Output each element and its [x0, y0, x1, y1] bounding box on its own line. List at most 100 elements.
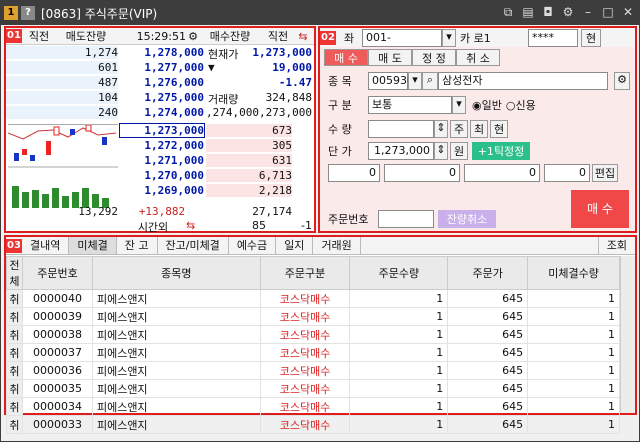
tab-unfilled[interactable]: 미체결 — [69, 237, 117, 254]
stock-name: 피에스앤지 — [91, 325, 261, 344]
qty-share-button[interactable]: 주 — [450, 120, 468, 138]
table-row[interactable]: 취 0000039 피에스앤지 코스닥매수 1 645 1 — [6, 307, 620, 326]
col-header[interactable]: 주문가 — [447, 256, 529, 290]
orders-tabs: 03 결내역 미체결 잔 고 잔고/미체결 예수금 일지 거래원 조회 — [6, 237, 635, 255]
radio-credit-icon[interactable]: ○ — [506, 99, 516, 112]
ask-price[interactable]: 1,277,000 — [120, 61, 204, 74]
tab-modify[interactable]: 정 정 — [412, 49, 456, 66]
query-button[interactable]: 조회 — [597, 237, 635, 254]
order-window: 1 ? [0863] 주식주문(VIP) ⧉ ▤ ◘ ⚙ – □ ✕ 01 직전… — [0, 0, 640, 442]
chevron-down-icon[interactable]: ▾ — [442, 28, 456, 47]
account-field[interactable]: 001- — [362, 28, 442, 47]
col-header[interactable]: 전체 — [6, 256, 23, 290]
tab-journal[interactable]: 일지 — [276, 237, 314, 254]
table-row[interactable]: 취 0000035 피에스앤지 코스닥매수 1 645 1 — [6, 379, 620, 398]
bid-price[interactable]: 1,273,000 — [119, 123, 205, 138]
price-field[interactable]: 1,273,000 — [368, 142, 434, 160]
header-prev-ask: 직전 — [28, 30, 50, 43]
bid-price[interactable]: 1,269,000 — [120, 184, 204, 197]
qty-max-button[interactable]: 최 — [470, 120, 488, 138]
scrollbar[interactable] — [620, 256, 635, 413]
table-row[interactable]: 취 0000040 피에스앤지 코스닥매수 1 645 1 — [6, 289, 620, 308]
tab-balance-unfilled[interactable]: 잔고/미체결 — [158, 237, 229, 254]
header-time: 15:29:51 — [136, 29, 186, 43]
title-bar: 1 ? [0863] 주식주문(VIP) ⧉ ▤ ◘ ⚙ – □ ✕ — [1, 1, 639, 25]
settings-icon[interactable]: ⚙ — [561, 5, 575, 20]
ask-price[interactable]: 1,275,000 — [120, 91, 204, 104]
chevron-down-icon[interactable]: ▾ — [408, 72, 422, 90]
qty-label: 수 량 — [328, 123, 352, 136]
cancel-cell[interactable]: 취 — [6, 325, 23, 344]
radio-normal-icon[interactable]: ◉ — [472, 99, 482, 112]
current-button[interactable]: 현 — [581, 28, 601, 47]
screen-number-button[interactable]: 1 — [4, 6, 18, 20]
col-header[interactable]: 미체결수량 — [527, 256, 620, 290]
col-header[interactable]: 주문구분 — [259, 256, 351, 290]
bid-price[interactable]: 1,271,000 — [120, 154, 204, 167]
bid-price[interactable]: 1,270,000 — [120, 169, 204, 182]
settings-icon[interactable]: ⚙ — [614, 72, 630, 90]
ask-price[interactable]: 1,278,000 — [120, 46, 204, 59]
order-no: 0000033 — [21, 415, 93, 434]
cancel-remaining-button[interactable]: 잔량취소 — [438, 210, 496, 228]
cancel-cell[interactable]: 취 — [6, 415, 23, 434]
gear-icon[interactable]: ⚙ — [186, 30, 200, 43]
ask-row[interactable]: 487 1,276,000 -1.47 — [6, 76, 314, 91]
unfilled-qty: 1 — [527, 289, 620, 308]
qty-field[interactable] — [368, 120, 434, 138]
help-button[interactable]: ? — [21, 6, 35, 20]
maximize-icon[interactable]: □ — [601, 5, 615, 20]
tab-balance[interactable]: 잔 고 — [117, 237, 158, 254]
edit-button[interactable]: 편집 — [592, 164, 618, 182]
qty-stepper[interactable]: ⇕ — [434, 120, 448, 138]
tab-cancel[interactable]: 취 소 — [456, 49, 500, 66]
chevron-down-icon[interactable]: ▾ — [452, 96, 466, 114]
table-row[interactable]: 취 0000034 피에스앤지 코스닥매수 1 645 1 — [6, 397, 620, 416]
col-header[interactable]: 종목명 — [91, 256, 261, 290]
cancel-cell[interactable]: 취 — [6, 361, 23, 380]
search-icon[interactable]: ⌕ — [422, 72, 438, 90]
ask-row[interactable]: 601 1,277,000 ▼ 19,000 — [6, 61, 314, 76]
won-button[interactable]: 원 — [450, 142, 468, 160]
password-field[interactable]: **** — [528, 28, 578, 47]
tab-fill-history[interactable]: 결내역 — [22, 237, 70, 254]
ask-row[interactable]: 104 1,275,000 거래량 324,848 — [6, 91, 314, 106]
minimize-icon[interactable]: – — [581, 5, 595, 20]
swap-icon[interactable]: ⇆ — [186, 219, 200, 232]
cancel-cell[interactable]: 취 — [6, 379, 23, 398]
qty-current-button[interactable]: 현 — [490, 120, 508, 138]
tick-modify-button[interactable]: +1틱정정 — [472, 142, 530, 160]
stock-code-field[interactable]: 005930 — [368, 72, 414, 90]
order-no: 0000037 — [21, 343, 93, 362]
ask-row[interactable]: 240 1,274,000 ,274,000,273,000 — [6, 106, 314, 121]
bid-price[interactable]: 1,272,000 — [120, 139, 204, 152]
col-header[interactable]: 주문수량 — [349, 256, 449, 290]
cancel-cell[interactable]: 취 — [6, 397, 23, 416]
tab-sell[interactable]: 매 도 — [368, 49, 412, 66]
tab-buy[interactable]: 매 수 — [324, 49, 368, 66]
cancel-cell[interactable]: 취 — [6, 343, 23, 362]
close-icon[interactable]: ✕ — [621, 5, 635, 20]
table-row[interactable]: 취 0000033 피에스앤지 코스닥매수 1 645 1 — [6, 415, 620, 434]
cancel-cell[interactable]: 취 — [6, 289, 23, 308]
table-row[interactable]: 취 0000037 피에스앤지 코스닥매수 1 645 1 — [6, 343, 620, 362]
camera-icon[interactable]: ◘ — [541, 5, 555, 20]
cancel-cell[interactable]: 취 — [6, 307, 23, 326]
tab-broker[interactable]: 거래원 — [313, 237, 361, 254]
order-no-field[interactable] — [378, 210, 434, 228]
price-stepper[interactable]: ⇕ — [434, 142, 448, 160]
ask-price[interactable]: 1,274,000 — [120, 106, 204, 119]
col-header[interactable]: 주문번호 — [21, 256, 93, 290]
link-icon[interactable]: ⧉ — [501, 5, 515, 20]
buy-button[interactable]: 매 수 — [571, 190, 629, 228]
info-value: ,274,000,273,000 — [206, 106, 312, 119]
print-icon[interactable]: ▤ — [521, 5, 535, 20]
ask-row[interactable]: 1,274 1,278,000 현재가 1,273,000 — [6, 46, 314, 61]
order-type-select[interactable]: 보통 — [368, 96, 452, 114]
swap-icon[interactable]: ⇆ — [296, 30, 310, 43]
tab-deposit[interactable]: 예수금 — [229, 237, 277, 254]
ask-price[interactable]: 1,276,000 — [120, 76, 204, 89]
order-type: 코스닥매수 — [259, 307, 351, 326]
table-row[interactable]: 취 0000038 피에스앤지 코스닥매수 1 645 1 — [6, 325, 620, 344]
table-row[interactable]: 취 0000036 피에스앤지 코스닥매수 1 645 1 — [6, 361, 620, 380]
